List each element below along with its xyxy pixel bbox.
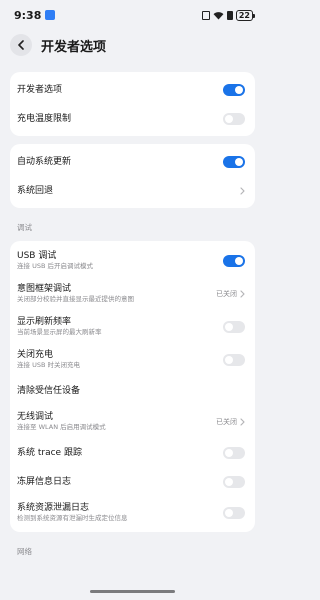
status-time: 9:38: [14, 8, 42, 22]
toggle-knob: [225, 448, 233, 457]
row-subtitle: 当前场景显示屏的最大刷新率: [17, 328, 102, 336]
toggle-knob: [235, 157, 243, 166]
row-subtitle: 关闭部分校验并直接显示最近提供的意图: [17, 295, 134, 303]
settings-card-developer: 开发者选项充电温度限制: [10, 72, 255, 136]
wifi-icon: [213, 11, 224, 20]
settings-row[interactable]: 无线调试 连接至 WLAN 后启用调试模式 已关闭: [10, 405, 255, 438]
toggle-knob: [235, 256, 243, 265]
status-bar: 9:38 22: [0, 0, 265, 30]
settings-card-updates: 自动系统更新 系统回退: [10, 144, 255, 208]
settings-row[interactable]: 冻屏信息日志: [10, 467, 255, 496]
row-title: 自动系统更新: [17, 156, 72, 167]
chevron-right-icon: [240, 186, 245, 195]
row-title: 关闭充电: [17, 350, 54, 360]
settings-row[interactable]: 系统回退: [10, 176, 255, 205]
toggle-knob: [225, 508, 233, 517]
back-button[interactable]: [10, 34, 32, 56]
settings-list: 开发者选项充电温度限制 自动系统更新 系统回退 调试 USB 调试 连接 USB 后…: [0, 72, 265, 557]
row-value: 已关闭: [216, 417, 237, 426]
row-subtitle: 连接至 WLAN 后启用调试模式: [17, 423, 106, 431]
row-title: USB 调试: [17, 251, 57, 261]
row-subtitle: 检测到系统资源有泄漏时生成定位信息: [17, 514, 128, 522]
chevron-left-icon: [18, 40, 24, 50]
row-title: 意图框架调试: [17, 284, 72, 294]
toggle-switch[interactable]: [223, 112, 245, 125]
settings-row[interactable]: 开发者选项: [10, 75, 255, 104]
toggle-switch[interactable]: [223, 83, 245, 96]
toggle-switch[interactable]: [223, 506, 245, 519]
settings-row[interactable]: 充电温度限制: [10, 104, 255, 133]
settings-row[interactable]: 意图框架调试 关闭部分校验并直接显示最近提供的意图 已关闭: [10, 277, 255, 310]
toggle-knob: [225, 114, 233, 123]
toggle-switch[interactable]: [223, 475, 245, 488]
toggle-switch[interactable]: [223, 254, 245, 267]
settings-row[interactable]: 自动系统更新: [10, 147, 255, 176]
toggle-knob: [225, 322, 233, 331]
chevron-right-icon: [240, 417, 245, 426]
sim-icon: [226, 10, 233, 20]
settings-row[interactable]: 系统 trace 跟踪: [10, 438, 255, 467]
settings-row[interactable]: USB 调试 连接 USB 后开启调试模式: [10, 244, 255, 277]
row-subtitle: 连接 USB 时关闭充电: [17, 361, 80, 369]
toggle-switch[interactable]: [223, 353, 245, 366]
row-title: 系统回退: [17, 185, 54, 196]
row-title: 清除受信任设备: [17, 385, 81, 396]
page-header: 开发者选项: [0, 30, 265, 60]
row-value: 已关闭: [216, 289, 237, 298]
settings-row[interactable]: 关闭充电 连接 USB 时关闭充电: [10, 343, 255, 376]
settings-row[interactable]: 系统资源泄漏日志 检测到系统资源有泄漏时生成定位信息: [10, 496, 255, 529]
section-label-debug: 调试: [17, 223, 32, 232]
row-title: 开发者选项: [17, 84, 63, 95]
chevron-right-icon: [240, 289, 245, 298]
section-label-network: 网络: [17, 547, 32, 556]
row-title: 系统 trace 跟踪: [17, 447, 82, 458]
settings-row[interactable]: 显示刷新频率 当前场景显示屏的最大刷新率: [10, 310, 255, 343]
toggle-knob: [235, 85, 243, 94]
toggle-knob: [225, 477, 233, 486]
page-title: 开发者选项: [41, 39, 107, 55]
home-indicator[interactable]: [90, 590, 175, 593]
settings-row[interactable]: 清除受信任设备: [10, 376, 255, 405]
row-title: 显示刷新频率: [17, 317, 72, 327]
vibrate-icon: [201, 10, 210, 20]
toggle-switch[interactable]: [223, 446, 245, 459]
row-title: 充电温度限制: [17, 113, 72, 124]
toggle-switch[interactable]: [223, 155, 245, 168]
row-title: 无线调试: [17, 412, 54, 422]
toggle-knob: [225, 355, 233, 364]
row-title: 系统资源泄漏日志: [17, 503, 90, 513]
row-subtitle: 连接 USB 后开启调试模式: [17, 262, 93, 270]
app-notification-icon: [45, 10, 56, 20]
settings-card-debug: USB 调试 连接 USB 后开启调试模式 意图框架调试 关闭部分校验并直接显示最近提…: [10, 241, 255, 532]
battery-icon: 22: [235, 9, 256, 21]
row-title: 冻屏信息日志: [17, 476, 72, 487]
toggle-switch[interactable]: [223, 320, 245, 333]
